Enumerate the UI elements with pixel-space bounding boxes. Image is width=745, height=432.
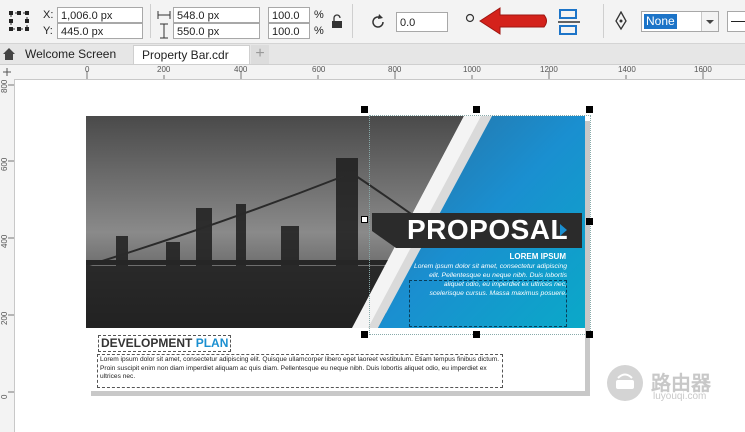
ruler-origin-icon bbox=[3, 68, 11, 76]
rotation-angle-field[interactable]: 0.0 bbox=[396, 12, 448, 32]
development-body-text[interactable]: Lorem ipsum dolor sit amet, consectetur … bbox=[97, 354, 503, 388]
tab-property-bar[interactable]: Property Bar.cdr bbox=[133, 45, 250, 64]
selection-handle[interactable] bbox=[473, 106, 480, 113]
x-label: X: bbox=[43, 9, 54, 21]
watermark-url: luyouqi.com bbox=[653, 391, 707, 402]
chevron-down-icon bbox=[706, 20, 714, 24]
lorem-title[interactable]: LOREM IPSUM bbox=[485, 252, 566, 261]
dropdown-arrow[interactable] bbox=[701, 12, 718, 31]
rotation-icon bbox=[372, 14, 384, 28]
ruler-tick: 200 bbox=[0, 311, 9, 325]
outline-pen-icon bbox=[615, 11, 627, 31]
selection-handle[interactable] bbox=[473, 331, 480, 338]
lorem-body-text[interactable]: Lorem ipsum dolor sit amet, consectetur … bbox=[411, 262, 567, 298]
selection-handle[interactable] bbox=[586, 106, 593, 113]
scale-x-field[interactable]: 100.0 bbox=[268, 7, 310, 23]
y-position-field[interactable]: 445.0 px bbox=[57, 23, 143, 39]
selection-handle[interactable] bbox=[361, 106, 368, 113]
selection-handle[interactable] bbox=[361, 331, 368, 338]
line-style-dropdown[interactable] bbox=[727, 11, 745, 32]
selection-handle[interactable] bbox=[361, 216, 368, 223]
ruler-corner[interactable] bbox=[0, 65, 15, 80]
drawing-canvas[interactable]: PROPOSAL LOREM IPSUM Lorem ipsum dolor s… bbox=[15, 80, 745, 432]
width-field[interactable]: 548.0 px bbox=[173, 7, 260, 23]
red-arrow-annotation bbox=[479, 7, 547, 35]
outline-width-value: None bbox=[644, 14, 677, 29]
ruler-tick: 0 bbox=[0, 394, 9, 399]
object-origin-icon[interactable] bbox=[6, 8, 34, 36]
add-tab-button[interactable]: + bbox=[251, 45, 269, 64]
height-field[interactable]: 550.0 px bbox=[173, 23, 260, 39]
percent-x-label: % bbox=[314, 9, 324, 21]
ruler-tick: 400 bbox=[0, 234, 9, 248]
watermark-logo-icon bbox=[607, 365, 643, 401]
selection-handle[interactable] bbox=[586, 331, 593, 338]
scale-y-field[interactable]: 100.0 bbox=[268, 23, 310, 39]
home-icon[interactable] bbox=[2, 47, 16, 61]
width-icon bbox=[157, 11, 171, 19]
development-word: DEVELOPMENT bbox=[101, 336, 193, 350]
ruler-tick: 800 bbox=[0, 79, 9, 93]
ruler-tick: 1600 bbox=[694, 65, 712, 74]
ruler-tick: 800 bbox=[388, 65, 402, 74]
tab-welcome-screen[interactable]: Welcome Screen bbox=[17, 45, 132, 64]
height-icon bbox=[160, 23, 168, 39]
ruler-tick: 1000 bbox=[463, 65, 481, 74]
ruler-tick: 200 bbox=[157, 65, 171, 74]
vertical-ruler[interactable]: 800 600 400 200 0 bbox=[0, 79, 15, 432]
ruler-tick: 400 bbox=[234, 65, 248, 74]
document-tab-bar: Welcome Screen Property Bar.cdr + bbox=[0, 44, 745, 65]
property-bar: X: 1,006.0 px Y: 445.0 px 548.0 px 550.0… bbox=[0, 0, 745, 44]
horizontal-ruler[interactable]: 0 200 400 600 800 1000 1200 1400 1600 bbox=[14, 65, 745, 80]
plan-word: PLAN bbox=[195, 336, 229, 350]
ruler-tick: 600 bbox=[0, 157, 9, 171]
wrap-text-icon[interactable] bbox=[556, 8, 582, 38]
percent-y-label: % bbox=[314, 25, 324, 37]
lock-ratio-icon[interactable] bbox=[330, 14, 344, 30]
ruler-tick: 600 bbox=[312, 65, 326, 74]
ruler-tick: 1200 bbox=[540, 65, 558, 74]
ruler-tick: 0 bbox=[85, 65, 90, 74]
ruler-tick: 1400 bbox=[618, 65, 636, 74]
proposal-heading[interactable]: PROPOSAL bbox=[407, 214, 568, 246]
development-plan-heading[interactable]: DEVELOPMENT PLAN bbox=[98, 335, 232, 352]
y-label: Y: bbox=[43, 25, 53, 37]
x-position-field[interactable]: 1,006.0 px bbox=[57, 7, 143, 23]
circle-icon[interactable] bbox=[464, 12, 476, 24]
selection-handle[interactable] bbox=[586, 218, 593, 225]
outline-width-dropdown[interactable]: None bbox=[641, 11, 719, 32]
